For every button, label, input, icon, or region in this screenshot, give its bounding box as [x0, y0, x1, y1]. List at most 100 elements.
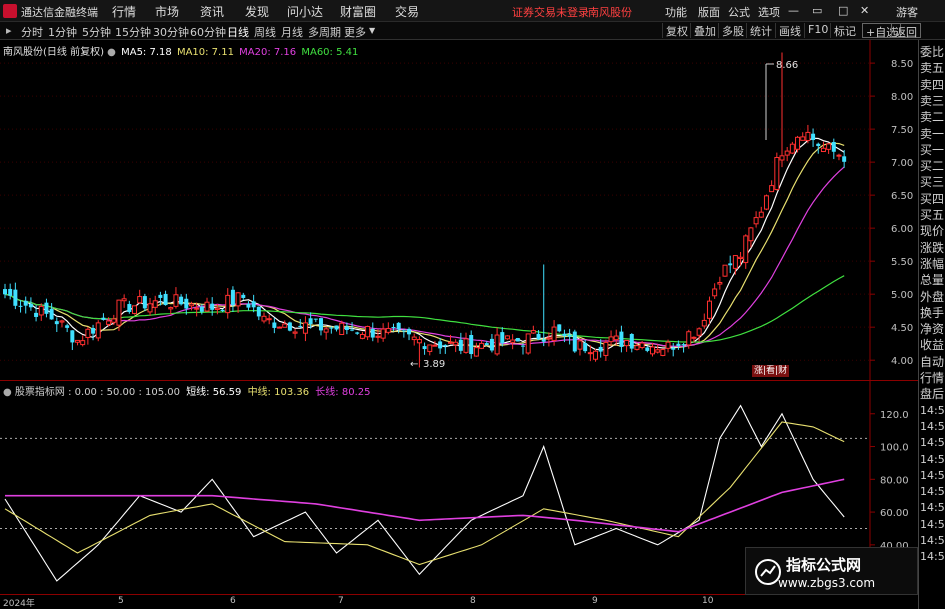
- login-status[interactable]: 证券交易未登录: [512, 4, 589, 20]
- candle-body: [660, 349, 666, 356]
- candle-body: [484, 343, 489, 346]
- adjust-button[interactable]: 复权: [662, 23, 691, 38]
- candle-body: [298, 325, 303, 327]
- period-monthly[interactable]: 月线: [281, 24, 303, 40]
- stock-link[interactable]: 南风股份: [588, 4, 632, 20]
- side-panel-item[interactable]: 收益: [920, 337, 945, 353]
- candle-body: [127, 304, 132, 312]
- period-1min[interactable]: 1分钟: [48, 24, 77, 40]
- menu-market[interactable]: 市场: [155, 3, 179, 20]
- overlay-button[interactable]: 叠加: [690, 23, 719, 38]
- candle-body: [266, 318, 272, 321]
- side-panel-item[interactable]: 卖四: [920, 77, 945, 93]
- side-panel-item[interactable]: 14:56: [920, 452, 945, 468]
- candlestick-chart[interactable]: 8.50 8.00 7.50 7.00 6.50 6.00 5.50 5.00 4.50 4.00…: [0, 40, 918, 380]
- side-panel-item[interactable]: 总量: [920, 272, 945, 288]
- price-tick-label: 4.50: [891, 323, 913, 334]
- side-panel-item[interactable]: 净资: [920, 321, 945, 337]
- side-panel-item[interactable]: 卖三: [920, 93, 945, 109]
- news-badge[interactable]: 涨|看|财: [752, 365, 790, 377]
- candle-body: [728, 263, 733, 266]
- side-panel-item[interactable]: 现价: [920, 223, 945, 239]
- maximize-icon[interactable]: □: [838, 4, 848, 17]
- side-panel-item[interactable]: 卖二: [920, 109, 945, 125]
- side-panel-item[interactable]: 14:56: [920, 517, 945, 533]
- side-panel-item[interactable]: 外盘: [920, 289, 945, 305]
- candle-body: [479, 342, 485, 349]
- side-panel-item[interactable]: 卖五: [920, 60, 945, 76]
- period-60min[interactable]: 60分钟: [190, 24, 226, 40]
- side-panel-item[interactable]: 买五: [920, 207, 945, 223]
- menu-wealth[interactable]: 财富圈: [340, 3, 376, 20]
- candle-body: [748, 227, 754, 242]
- side-panel-item[interactable]: 自动: [920, 354, 945, 370]
- period-15min[interactable]: 15分钟: [115, 24, 151, 40]
- side-panel-item[interactable]: 涨跌: [920, 240, 945, 256]
- quote-side-panel: 委比 卖五 卖四 卖三 卖二 卖一 买一 买二 买三 买四 买五 现价 涨跌 涨幅 总量 外盘 换手 净资 收益 自动…: [918, 40, 945, 609]
- period-multi[interactable]: 多周期: [308, 24, 341, 40]
- menu-quotes[interactable]: 行情: [112, 3, 136, 20]
- indicator-tick-label: 100.0: [880, 443, 909, 454]
- candle-body: [70, 330, 75, 343]
- side-panel-item[interactable]: 换手: [920, 305, 945, 321]
- price-grid: [0, 40, 875, 380]
- menu-news[interactable]: 资讯: [200, 3, 224, 20]
- candle-body: [789, 143, 795, 154]
- period-more[interactable]: 更多: [344, 24, 366, 40]
- user-label[interactable]: 游客: [896, 4, 918, 20]
- period-intraday[interactable]: 分时: [21, 24, 43, 40]
- candlestick-panel[interactable]: 8.50 8.00 7.50 7.00 6.50 6.00 5.50 5.00 4.50 4.00…: [0, 40, 918, 380]
- side-panel-item[interactable]: 14:56: [920, 500, 945, 516]
- menu-ask[interactable]: 问小达: [287, 3, 323, 20]
- period-daily[interactable]: 日线: [227, 24, 249, 40]
- candle-body: [54, 321, 59, 325]
- side-panel-item[interactable]: 14:56: [920, 468, 945, 484]
- side-panel-item[interactable]: 买一: [920, 142, 945, 158]
- main-legend: 南风股份(日线 前复权) ● MA5: 7.18 MA10: 7.11 MA20…: [3, 43, 358, 58]
- side-panel-item[interactable]: 行情: [920, 370, 945, 386]
- side-panel-item[interactable]: 14:56: [920, 549, 945, 565]
- back-button[interactable]: 返回: [891, 23, 921, 39]
- multi-stock-button[interactable]: 多股: [718, 23, 747, 38]
- panel-toggle-icon[interactable]: ▸: [6, 24, 12, 37]
- candle-body: [515, 338, 520, 342]
- menu-layout[interactable]: 版面: [698, 4, 720, 20]
- indicator-legend: ● 股票指标网 : 0.00 : 50.00 : 105.00 短线: 56.5…: [3, 383, 370, 398]
- period-5min[interactable]: 5分钟: [82, 24, 111, 40]
- menu-discover[interactable]: 发现: [245, 3, 269, 20]
- menu-trade[interactable]: 交易: [395, 3, 419, 20]
- draw-line-button[interactable]: 画线: [775, 23, 804, 38]
- side-panel-item[interactable]: 14:56: [920, 419, 945, 435]
- candle-body: [665, 341, 671, 349]
- side-panel-item[interactable]: 14:56: [920, 533, 945, 549]
- side-panel-item[interactable]: 卖一: [920, 126, 945, 142]
- period-weekly[interactable]: 周线: [254, 24, 276, 40]
- mark-button[interactable]: 标记: [830, 23, 859, 38]
- side-panel-item[interactable]: 买四: [920, 191, 945, 207]
- minimize-icon[interactable]: —: [788, 4, 799, 17]
- window-icon[interactable]: ▭: [812, 4, 822, 17]
- side-panel-item[interactable]: 14:56: [920, 403, 945, 419]
- candle-body: [101, 317, 106, 320]
- close-icon[interactable]: ✕: [860, 4, 869, 17]
- candle-body: [671, 347, 676, 350]
- menu-formula[interactable]: 公式: [728, 4, 750, 20]
- side-panel-item[interactable]: 盘后: [920, 386, 945, 402]
- candle-body: [774, 156, 780, 191]
- menu-options[interactable]: 选项: [758, 4, 780, 20]
- indicator-settings-icon[interactable]: ●: [3, 387, 12, 398]
- side-panel-item[interactable]: 14:56: [920, 435, 945, 451]
- chevron-down-icon[interactable]: ▼: [369, 26, 375, 35]
- side-panel-item[interactable]: 买二: [920, 158, 945, 174]
- side-panel-item[interactable]: 买三: [920, 174, 945, 190]
- candle-body: [188, 303, 194, 307]
- side-panel-item[interactable]: 委比: [920, 44, 945, 60]
- period-30min[interactable]: 30分钟: [153, 24, 189, 40]
- f10-button[interactable]: F10: [804, 23, 831, 38]
- settings-dot-icon[interactable]: ●: [107, 47, 116, 58]
- side-panel-item[interactable]: 涨幅: [920, 256, 945, 272]
- candle-body: [686, 331, 692, 346]
- menu-function[interactable]: 功能: [665, 4, 687, 20]
- side-panel-item[interactable]: 14:56: [920, 484, 945, 500]
- statistics-button[interactable]: 统计: [746, 23, 775, 38]
